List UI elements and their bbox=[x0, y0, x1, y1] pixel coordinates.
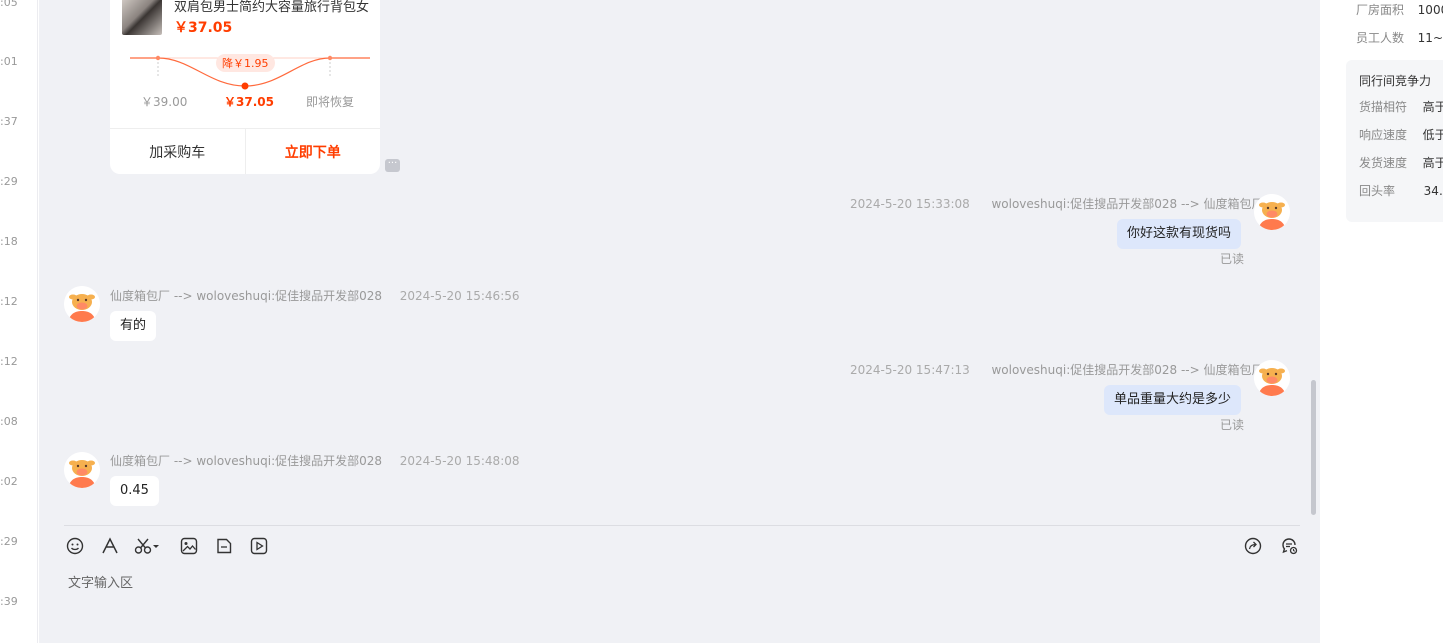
emoji-icon[interactable] bbox=[65, 536, 85, 556]
composer-divider bbox=[64, 525, 1300, 526]
old-price-label: ￥39.00 bbox=[141, 95, 188, 109]
file-icon[interactable] bbox=[214, 536, 234, 556]
staff-count-row: 员工人数 11~5 bbox=[1356, 29, 1443, 46]
competition-row: 回头率 34.4 bbox=[1359, 182, 1443, 199]
competition-label: 回头率 bbox=[1359, 184, 1396, 198]
message-timestamp: 2024-5-20 15:47:13 bbox=[850, 363, 970, 377]
strip-time: :29 bbox=[0, 535, 18, 548]
outgoing-message-bubble[interactable]: 单品重量大约是多少 bbox=[1104, 385, 1242, 415]
message-route: woloveshuqi:促佳搜品开发部028 --> 仙度箱包厂 bbox=[991, 197, 1264, 211]
message-meta: 2024-5-20 15:47:13 woloveshuqi:促佳搜品开发部02… bbox=[850, 361, 1264, 378]
factory-area-value: 1000 bbox=[1417, 3, 1443, 17]
message-timestamp: 2024-5-20 15:48:08 bbox=[399, 454, 520, 468]
strip-time: :12 bbox=[0, 295, 18, 308]
message-meta: 仙度箱包厂 --> woloveshuqi:促佳搜品开发部028 2024-5-… bbox=[110, 452, 520, 469]
font-icon[interactable] bbox=[100, 536, 120, 556]
competition-card: 同行间竞争力 货描相符 高于 响应速度 低于 发货速度 高于 回头率 34.4 bbox=[1346, 60, 1443, 222]
strip-time: :39 bbox=[0, 595, 18, 608]
strip-time: :37 bbox=[0, 115, 18, 128]
product-thumbnail[interactable] bbox=[122, 0, 162, 35]
competition-label: 货描相符 bbox=[1359, 100, 1408, 114]
message-more-icon[interactable]: ··· bbox=[385, 159, 400, 172]
current-price-point bbox=[241, 82, 249, 90]
cow-avatar-icon bbox=[64, 286, 100, 322]
chat-area: 双肩包男士简约大容量旅行背包女 ￥37.05 降￥1.95 ￥39.00 ￥37… bbox=[39, 0, 1320, 643]
strip-time: :08 bbox=[0, 415, 18, 428]
competition-row: 响应速度 低于 bbox=[1359, 126, 1443, 143]
read-status: 已读 bbox=[1220, 418, 1245, 432]
left-conversation-strip: :05 :01 :37 :29 :18 :12 :12 :08 :02 :29 … bbox=[0, 0, 38, 643]
outgoing-message-bubble[interactable]: 你好这款有现货吗 bbox=[1117, 219, 1242, 249]
competition-label: 响应速度 bbox=[1359, 128, 1408, 142]
contact-avatar[interactable] bbox=[64, 286, 100, 322]
buy-now-button[interactable]: 立即下单 bbox=[246, 129, 381, 174]
competition-value: 高于 bbox=[1422, 100, 1443, 114]
staff-count-label: 员工人数 bbox=[1356, 31, 1405, 45]
message-route: woloveshuqi:促佳搜品开发部028 --> 仙度箱包厂 bbox=[991, 363, 1264, 377]
strip-time: :02 bbox=[0, 475, 18, 488]
message-timestamp: 2024-5-20 15:46:56 bbox=[399, 289, 520, 303]
chat-settings-icon[interactable] bbox=[1279, 536, 1299, 556]
product-card-actions: 加采购车 立即下单 bbox=[110, 128, 380, 174]
strip-time: :01 bbox=[0, 55, 18, 68]
cow-avatar-icon bbox=[1254, 360, 1290, 396]
competition-value: 低于 bbox=[1422, 128, 1443, 142]
add-to-cart-button[interactable]: 加采购车 bbox=[110, 129, 246, 174]
image-icon[interactable] bbox=[179, 536, 199, 556]
competition-title: 同行间竞争力 bbox=[1359, 74, 1432, 88]
competition-value: 高于 bbox=[1422, 156, 1443, 170]
competition-row: 货描相符 高于 bbox=[1359, 98, 1443, 115]
product-card[interactable]: 双肩包男士简约大容量旅行背包女 ￥37.05 降￥1.95 ￥39.00 ￥37… bbox=[110, 0, 380, 174]
incoming-message-bubble[interactable]: 0.45 bbox=[110, 476, 159, 506]
message-meta: 2024-5-20 15:33:08 woloveshuqi:促佳搜品开发部02… bbox=[850, 195, 1264, 212]
strip-time: :18 bbox=[0, 235, 18, 248]
product-title[interactable]: 双肩包男士简约大容量旅行背包女 bbox=[174, 0, 374, 15]
price-drop-badge: 降￥1.95 bbox=[216, 54, 275, 72]
strip-time: :05 bbox=[0, 0, 18, 9]
message-meta: 仙度箱包厂 --> woloveshuqi:促佳搜品开发部028 2024-5-… bbox=[110, 287, 520, 304]
user-avatar[interactable] bbox=[1254, 194, 1290, 230]
factory-area-label: 厂房面积 bbox=[1356, 3, 1405, 17]
strip-time: :29 bbox=[0, 175, 18, 188]
read-status: 已读 bbox=[1220, 252, 1245, 266]
message-input[interactable]: 文字输入区 bbox=[68, 572, 133, 591]
factory-area-row: 厂房面积 1000 bbox=[1356, 1, 1443, 18]
cow-avatar-icon bbox=[1254, 194, 1290, 230]
message-timestamp: 2024-5-20 15:33:08 bbox=[850, 197, 970, 211]
strip-time: :12 bbox=[0, 355, 18, 368]
staff-count-value: 11~5 bbox=[1417, 31, 1443, 45]
cow-avatar-icon bbox=[64, 452, 100, 488]
incoming-message-bubble[interactable]: 有的 bbox=[110, 311, 157, 341]
product-price: ￥37.05 bbox=[174, 20, 233, 36]
video-icon[interactable] bbox=[249, 536, 269, 556]
user-avatar[interactable] bbox=[1254, 360, 1290, 396]
chat-scrollbar[interactable] bbox=[1311, 380, 1316, 515]
message-route: 仙度箱包厂 --> woloveshuqi:促佳搜品开发部028 bbox=[110, 454, 383, 468]
old-price-point bbox=[155, 55, 161, 61]
competition-label: 发货速度 bbox=[1359, 156, 1408, 170]
restore-point bbox=[327, 55, 333, 61]
scissors-icon[interactable] bbox=[134, 536, 162, 556]
share-icon[interactable] bbox=[1243, 536, 1263, 556]
supplier-info-panel: 厂房面积 1000 员工人数 11~5 同行间竞争力 货描相符 高于 响应速度 … bbox=[1320, 0, 1443, 643]
competition-value: 34.4 bbox=[1423, 184, 1443, 198]
competition-row: 发货速度 高于 bbox=[1359, 154, 1443, 171]
restore-label: 即将恢复 bbox=[306, 95, 355, 109]
message-route: 仙度箱包厂 --> woloveshuqi:促佳搜品开发部028 bbox=[110, 289, 383, 303]
contact-avatar[interactable] bbox=[64, 452, 100, 488]
new-price-label: ￥37.05 bbox=[224, 95, 274, 109]
